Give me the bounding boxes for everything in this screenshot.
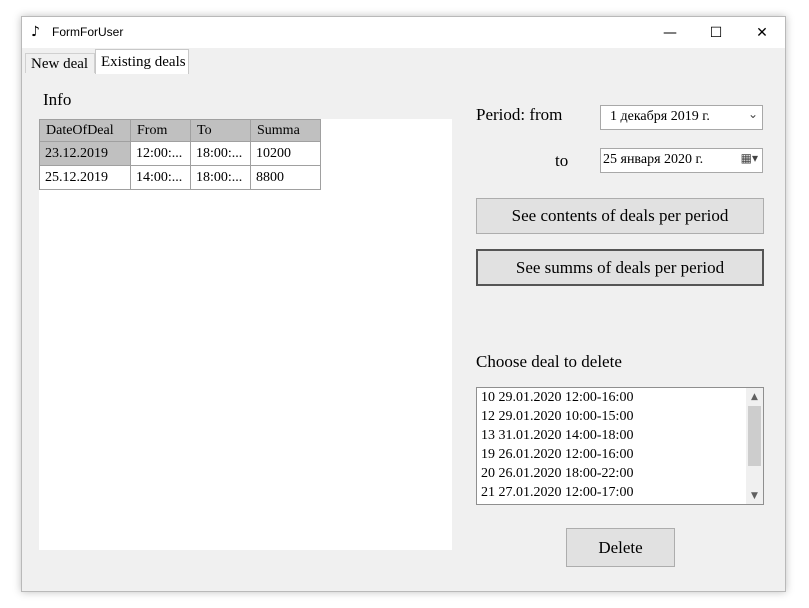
- table-cell[interactable]: 8800: [250, 165, 321, 190]
- scroll-down-icon[interactable]: ▼: [746, 487, 763, 504]
- grid-header-row: DateOfDeal From To Summa: [39, 119, 321, 142]
- period-to-date-picker[interactable]: 25 января 2020 г. ▦▾: [600, 148, 763, 173]
- column-header[interactable]: DateOfDeal: [39, 119, 131, 142]
- info-label: Info: [43, 90, 72, 109]
- list-item[interactable]: 20 26.01.2020 18:00-22:00: [477, 464, 763, 483]
- table-cell[interactable]: 23.12.2019: [39, 141, 131, 166]
- period-to-value: 25 января 2020 г.: [603, 152, 704, 167]
- choose-deal-label: Choose deal to delete: [476, 352, 622, 371]
- table-cell[interactable]: 18:00:...: [190, 165, 251, 190]
- column-header[interactable]: From: [130, 119, 191, 142]
- music-note-icon: ♪: [31, 24, 40, 40]
- period-to-label: to: [555, 151, 569, 170]
- table-cell[interactable]: 10200: [250, 141, 321, 166]
- close-button[interactable]: ✕: [739, 17, 785, 48]
- list-item[interactable]: 10 29.01.2020 12:00-16:00: [477, 388, 763, 407]
- table-row[interactable]: 23.12.2019 12:00:... 18:00:... 10200: [39, 141, 321, 166]
- period-from-value: 1 декабря 2019 г.: [610, 109, 710, 124]
- period-from-label: Period: from: [476, 105, 563, 124]
- deals-listbox[interactable]: 10 29.01.2020 12:00-16:00 12 29.01.2020 …: [476, 387, 764, 505]
- table-cell[interactable]: 12:00:...: [130, 141, 191, 166]
- window-title: FormForUser: [52, 25, 124, 39]
- minimize-button[interactable]: —: [647, 17, 693, 48]
- title-bar: ♪ FormForUser — ☐ ✕: [22, 17, 785, 48]
- table-cell[interactable]: 18:00:...: [190, 141, 251, 166]
- table-row[interactable]: 25.12.2019 14:00:... 18:00:... 8800: [39, 165, 321, 190]
- column-header[interactable]: To: [190, 119, 251, 142]
- tab-existing-deals[interactable]: Existing deals: [95, 49, 189, 74]
- see-summs-button[interactable]: See summs of deals per period: [476, 249, 764, 286]
- deals-grid[interactable]: DateOfDeal From To Summa 23.12.2019 12:0…: [39, 119, 321, 190]
- column-header[interactable]: Summa: [250, 119, 321, 142]
- list-item[interactable]: 13 31.01.2020 14:00-18:00: [477, 426, 763, 445]
- scroll-thumb[interactable]: [748, 406, 761, 466]
- app-window: ♪ FormForUser — ☐ ✕ New deal Existing de…: [21, 16, 786, 592]
- tab-new-deal[interactable]: New deal: [25, 53, 95, 73]
- list-item[interactable]: 12 29.01.2020 10:00-15:00: [477, 407, 763, 426]
- see-contents-button[interactable]: See contents of deals per period: [476, 198, 764, 234]
- period-from-date-picker[interactable]: 1 декабря 2019 г. ⌄: [600, 105, 763, 130]
- maximize-button[interactable]: ☐: [693, 17, 739, 48]
- scroll-up-icon[interactable]: ▲: [746, 388, 763, 405]
- calendar-icon[interactable]: ▦▾: [741, 151, 758, 165]
- chevron-down-icon[interactable]: ⌄: [748, 107, 758, 121]
- existing-deals-panel: Info DateOfDeal From To Summa 23.12.2019…: [25, 73, 782, 585]
- list-item[interactable]: 19 26.01.2020 12:00-16:00: [477, 445, 763, 464]
- listbox-scrollbar[interactable]: ▲ ▼: [746, 388, 763, 504]
- table-cell[interactable]: 14:00:...: [130, 165, 191, 190]
- delete-button[interactable]: Delete: [566, 528, 675, 567]
- list-item[interactable]: 21 27.01.2020 12:00-17:00: [477, 483, 763, 502]
- table-cell[interactable]: 25.12.2019: [39, 165, 131, 190]
